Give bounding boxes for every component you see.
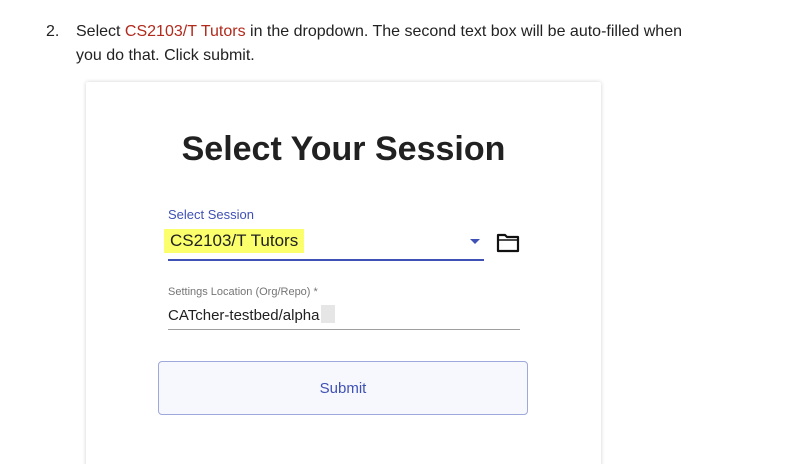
submit-button[interactable]: Submit xyxy=(158,361,528,415)
settings-location-input[interactable]: CATcher-testbed/alpha xyxy=(168,300,520,330)
session-select[interactable]: CS2103/T Tutors xyxy=(164,225,484,261)
dropdown-arrow-icon[interactable] xyxy=(470,239,480,244)
settings-location-value: CATcher-testbed/alpha xyxy=(168,305,336,324)
settings-location-label: Settings Location (Org/Repo) * xyxy=(168,286,318,298)
folder-open-icon[interactable] xyxy=(496,232,520,254)
instruction-line-2: you do that. Click submit. xyxy=(76,47,255,64)
session-card: Select Your Session Select Session CS210… xyxy=(86,82,601,464)
instruction-highlight: CS2103/T Tutors xyxy=(124,23,246,40)
instruction-before: Select xyxy=(76,23,125,40)
instruction-after: in the dropdown. The second text box wil… xyxy=(245,23,682,40)
card-title: Select Your Session xyxy=(181,130,506,168)
text-cursor xyxy=(321,305,336,323)
instruction-text: 2. Select CS2103/T Tutors in the dropdown… xyxy=(46,20,776,68)
settings-location-text: CATcher-testbed/alpha xyxy=(168,307,320,324)
select-session-label: Select Session xyxy=(168,207,254,222)
step-number: 2. xyxy=(46,23,60,40)
page: 2. Select CS2103/T Tutors in the dropdown… xyxy=(0,0,785,464)
instruction-line-1: 2. Select CS2103/T Tutors in the dropdown… xyxy=(46,20,776,44)
session-select-value: CS2103/T Tutors xyxy=(164,229,305,253)
